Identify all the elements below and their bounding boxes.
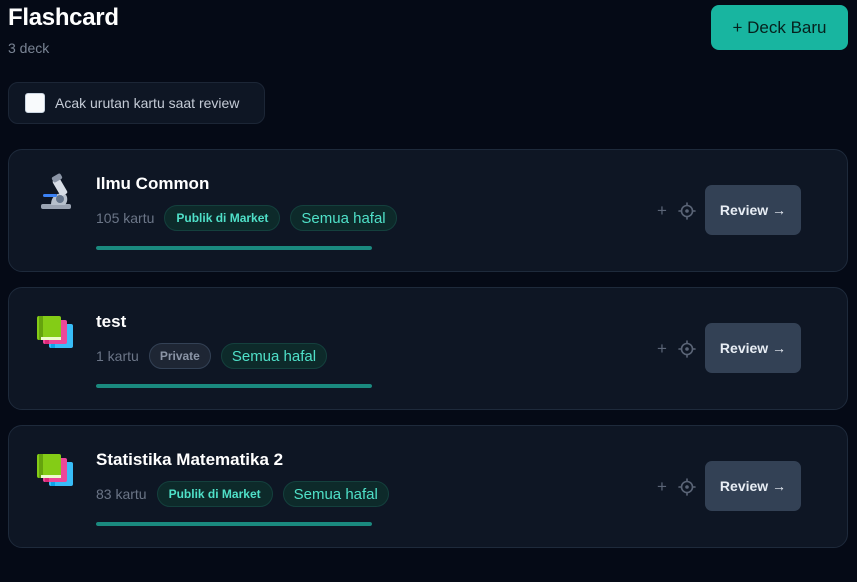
flashcard-page: Flashcard 3 deck + Deck Baru Acak urutan… bbox=[0, 0, 857, 582]
shuffle-toggle[interactable]: Acak urutan kartu saat review bbox=[8, 82, 265, 124]
add-card-button[interactable]: + bbox=[654, 201, 670, 221]
review-button[interactable]: Review → bbox=[705, 185, 801, 235]
page-title: Flashcard bbox=[8, 4, 119, 31]
visibility-badge: Private bbox=[148, 343, 211, 369]
progress-bar bbox=[96, 246, 372, 250]
microscope-icon bbox=[41, 173, 71, 209]
review-button[interactable]: Review → bbox=[705, 461, 801, 511]
progress-bar bbox=[96, 384, 372, 388]
progress-bar bbox=[96, 522, 372, 526]
progress-fill bbox=[96, 384, 372, 388]
deck-meta: 1 kartu Private Semua hafal bbox=[96, 343, 328, 369]
gear-icon[interactable] bbox=[677, 339, 697, 359]
deck-title[interactable]: Ilmu Common bbox=[96, 174, 209, 194]
books-icon bbox=[37, 454, 73, 486]
new-deck-button[interactable]: + Deck Baru bbox=[711, 5, 848, 50]
visibility-badge: Publik di Market bbox=[164, 205, 281, 231]
card-count: 83 kartu bbox=[96, 486, 147, 502]
status-badge: Semua hafal bbox=[220, 343, 328, 369]
deck-card: test 1 kartu Private Semua hafal + Revie… bbox=[8, 287, 848, 410]
deck-meta: 105 kartu Publik di Market Semua hafal bbox=[96, 205, 397, 231]
books-icon bbox=[37, 316, 73, 348]
visibility-badge: Publik di Market bbox=[156, 481, 273, 507]
status-badge: Semua hafal bbox=[282, 481, 389, 507]
card-count: 105 kartu bbox=[96, 210, 155, 226]
shuffle-checkbox[interactable] bbox=[25, 93, 45, 113]
gear-icon[interactable] bbox=[677, 477, 697, 497]
deck-card: Statistika Matematika 2 83 kartu Publik … bbox=[8, 425, 848, 548]
deck-meta: 83 kartu Publik di Market Semua hafal bbox=[96, 481, 389, 507]
progress-fill bbox=[96, 522, 372, 526]
deck-title[interactable]: Statistika Matematika 2 bbox=[96, 450, 283, 470]
gear-icon[interactable] bbox=[677, 201, 697, 221]
review-button[interactable]: Review → bbox=[705, 323, 801, 373]
deck-count: 3 deck bbox=[8, 40, 50, 56]
status-badge: Semua hafal bbox=[290, 205, 397, 231]
add-card-button[interactable]: + bbox=[654, 477, 670, 497]
shuffle-label: Acak urutan kartu saat review bbox=[55, 95, 240, 111]
card-count: 1 kartu bbox=[96, 348, 139, 364]
deck-title[interactable]: test bbox=[96, 312, 126, 332]
progress-fill bbox=[96, 246, 372, 250]
add-card-button[interactable]: + bbox=[654, 339, 670, 359]
deck-card: Ilmu Common 105 kartu Publik di Market S… bbox=[8, 149, 848, 272]
